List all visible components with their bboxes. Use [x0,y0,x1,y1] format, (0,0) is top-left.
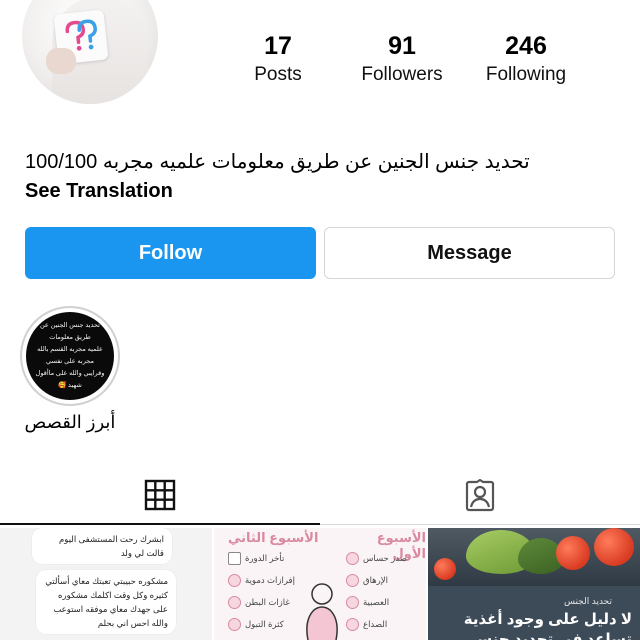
follow-button[interactable]: Follow [25,227,316,279]
following-stat[interactable]: 246 Following [472,30,580,88]
post-tag: تحديد الجنس [563,596,612,606]
message-button[interactable]: Message [324,227,615,279]
symptom-icon [228,596,241,609]
highlight-cover: تحديد جنس الجنين عن طريق معلومات علميه م… [26,312,114,400]
symptom-row: صدر حساس [346,552,407,565]
profile-avatar[interactable] [22,0,158,104]
highlight-cover-line: علميه مجربه القسم بالله مجربه على نفسي [37,346,103,365]
chat-bubble: ابشرك رحت المستشفى اليوم قالت لي ولد [32,528,172,564]
symptom-icon [346,574,359,587]
followers-count: 91 [388,32,416,60]
post-headline: لا دليل على وجود أغذية تساعد في تحديد جن… [463,611,632,640]
highlight-cover-line: وقرايبي والله على ماأقول شهيد 🥰 [35,370,105,389]
avatar-hand [46,48,76,74]
followers-label: Followers [361,64,443,85]
grid-icon [144,479,176,511]
symptom-row: إفرازات دموية [228,574,295,587]
following-label: Following [485,64,567,85]
posts-label: Posts [254,64,302,85]
followers-stat[interactable]: 91 Followers [348,30,456,88]
post-thumbnail-vegetables[interactable]: تحديد الجنس لا دليل على وجود أغذية تساعد… [428,528,640,640]
symptom-row: كثرة التبول [228,618,284,631]
profile-bio: تحديد جنس الجنين عن طريق معلومات علميه م… [25,151,530,173]
week-two-title: الأسبوع الثاني [228,530,319,545]
posts-stat[interactable]: 17 Posts [238,30,318,88]
calendar-icon [228,552,241,565]
pregnant-woman-illustration-icon [306,583,338,640]
symptom-row: غازات البطن [228,596,290,609]
highlight-label: أبرز القصص [24,412,116,432]
tab-tagged[interactable] [320,470,640,520]
tab-grid[interactable] [0,470,320,520]
symptom-row: الصداع [346,618,387,631]
posts-count: 17 [264,32,292,60]
following-count: 246 [505,32,547,60]
see-translation-link[interactable]: See Translation [25,178,173,204]
symptom-icon [346,618,359,631]
story-highlight[interactable]: تحديد جنس الجنين عن طريق معلومات علميه م… [20,306,120,406]
symptom-icon [346,596,359,609]
vegetables-photo [428,528,640,586]
symptom-icon [228,574,241,587]
symptom-row: تأخر الدورة [228,552,284,565]
symptom-row: العصبية [346,596,389,609]
post-thumbnail-infographic[interactable]: الأسبوع الأول الأسبوع الثاني صدر حساس ال… [214,528,426,640]
active-tab-indicator [0,523,320,525]
chat-bubble: مشكوره حبيبتي تعبتك معاي أسألتي كثيره وك… [36,570,176,634]
post-thumbnail-chat[interactable]: ابشرك رحت المستشفى اليوم قالت لي ولد مشك… [0,528,212,640]
symptom-icon [346,552,359,565]
symptom-icon [228,618,241,631]
symptom-row: الإرهاق [346,574,388,587]
highlight-cover-line: تحديد جنس الجنين عن طريق معلومات [39,322,100,341]
tagged-person-icon [465,478,495,512]
